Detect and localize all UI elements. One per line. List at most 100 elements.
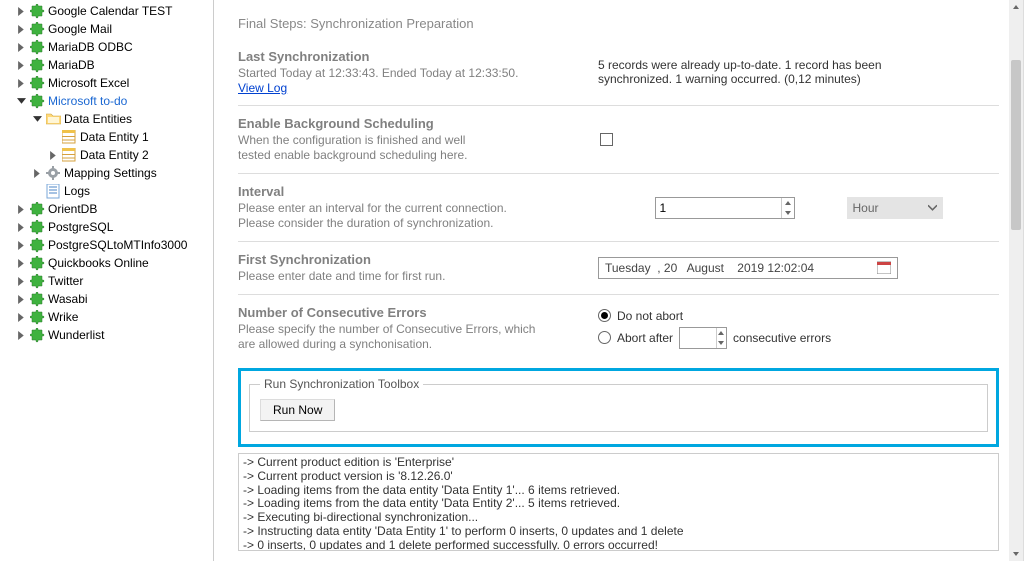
puzzle-icon — [29, 327, 45, 343]
tree-item-wunderlist[interactable]: Wunderlist — [0, 326, 213, 344]
first-sync-desc: Please enter date and time for first run… — [238, 269, 578, 284]
tree-item-postgresqltomtinfo3000[interactable]: PostgreSQLtoMTInfo3000 — [0, 236, 213, 254]
tree-item-label: Logs — [64, 182, 90, 200]
tree-item-postgresql[interactable]: PostgreSQL — [0, 218, 213, 236]
caret-right-icon[interactable] — [16, 78, 27, 89]
first-sync-title: First Synchronization — [238, 252, 578, 267]
tree-item-label: Google Mail — [48, 20, 112, 38]
main-scrollbar[interactable] — [1009, 0, 1023, 561]
puzzle-icon — [29, 291, 45, 307]
tree-item-twitter[interactable]: Twitter — [0, 272, 213, 290]
tree-item-label: Microsoft to-do — [48, 92, 127, 110]
caret-right-icon[interactable] — [16, 294, 27, 305]
abort-after-stepper[interactable] — [679, 327, 727, 349]
caret-right-icon[interactable] — [16, 6, 27, 17]
tree-item-data-entity-2[interactable]: Data Entity 2 — [0, 146, 213, 164]
connections-tree[interactable]: Google Calendar TESTGoogle MailMariaDB O… — [0, 0, 214, 561]
tree-item-mariadb[interactable]: MariaDB — [0, 56, 213, 74]
tree-item-label: Google Calendar TEST — [48, 2, 173, 20]
puzzle-icon — [29, 309, 45, 325]
stepper-down-icon[interactable] — [717, 338, 726, 348]
interval-stepper[interactable] — [655, 197, 795, 219]
tree-item-google-mail[interactable]: Google Mail — [0, 20, 213, 38]
tree-item-data-entities[interactable]: Data Entities — [0, 110, 213, 128]
run-toolbox-legend: Run Synchronization Toolbox — [260, 377, 423, 391]
radio-abort-after[interactable] — [598, 331, 611, 344]
puzzle-icon — [29, 273, 45, 289]
tree-item-wasabi[interactable]: Wasabi — [0, 290, 213, 308]
caret-right-icon[interactable] — [32, 168, 43, 179]
abort-after-input[interactable] — [680, 328, 716, 348]
scroll-up-icon[interactable] — [1009, 0, 1023, 14]
puzzle-icon — [29, 201, 45, 217]
caret-down-icon[interactable] — [32, 114, 43, 125]
sync-log-output[interactable]: -> Current product edition is 'Enterpris… — [238, 453, 999, 551]
scroll-down-icon[interactable] — [1009, 547, 1023, 561]
tree-item-mapping-settings[interactable]: Mapping Settings — [0, 164, 213, 182]
interval-input[interactable] — [656, 198, 781, 218]
tree-item-data-entity-1[interactable]: Data Entity 1 — [0, 128, 213, 146]
interval-desc1: Please enter an interval for the current… — [238, 201, 578, 216]
stepper-up-icon[interactable] — [717, 328, 726, 338]
caret-right-icon[interactable] — [16, 258, 27, 269]
errors-title: Number of Consecutive Errors — [238, 305, 578, 320]
caret-right-icon[interactable] — [16, 312, 27, 323]
puzzle-icon — [29, 39, 45, 55]
calendar-icon[interactable] — [877, 260, 891, 277]
puzzle-icon — [29, 21, 45, 37]
tree-item-label: Twitter — [48, 272, 83, 290]
caret-down-icon[interactable] — [16, 96, 27, 107]
tree-item-label: Data Entity 2 — [80, 146, 149, 164]
tree-item-label: MariaDB — [48, 56, 95, 74]
tree-item-quickbooks-online[interactable]: Quickbooks Online — [0, 254, 213, 272]
caret-right-icon[interactable] — [16, 60, 27, 71]
tree-item-label: Quickbooks Online — [48, 254, 149, 272]
tree-item-logs[interactable]: Logs — [0, 182, 213, 200]
caret-right-icon[interactable] — [16, 240, 27, 251]
stepper-up-icon[interactable] — [782, 198, 794, 208]
bg-sched-desc: When the configuration is finished and w… — [238, 133, 498, 163]
run-now-button[interactable]: Run Now — [260, 399, 335, 421]
caret-right-icon[interactable] — [16, 42, 27, 53]
puzzle-icon — [29, 219, 45, 235]
view-log-link[interactable]: View Log — [238, 81, 287, 95]
table-icon — [61, 147, 77, 163]
bg-sched-checkbox[interactable] — [600, 133, 613, 146]
tree-item-label: Microsoft Excel — [48, 74, 129, 92]
stepper-down-icon[interactable] — [782, 208, 794, 218]
log-line: -> Loading items from the data entity 'D… — [243, 497, 994, 511]
interval-unit-select[interactable]: Hour — [847, 197, 943, 219]
scrollbar-thumb[interactable] — [1011, 60, 1021, 230]
radio-do-not-abort-label: Do not abort — [617, 309, 683, 323]
run-toolbox-fieldset: Run Synchronization Toolbox Run Now — [249, 377, 988, 432]
caret-right-icon[interactable] — [16, 24, 27, 35]
caret-right-icon[interactable] — [48, 150, 59, 161]
abort-after-suffix: consecutive errors — [733, 331, 831, 345]
tree-item-label: MariaDB ODBC — [48, 38, 133, 56]
folder-icon — [45, 111, 61, 127]
section-bg-scheduling: Enable Background Scheduling When the co… — [238, 105, 999, 173]
tree-item-mariadb-odbc[interactable]: MariaDB ODBC — [0, 38, 213, 56]
tree-item-microsoft-to-do[interactable]: Microsoft to-do — [0, 92, 213, 110]
last-sync-status: 5 records were already up-to-date. 1 rec… — [598, 58, 918, 86]
log-line: -> Current product edition is 'Enterpris… — [243, 456, 994, 470]
wizard-step-title: Final Steps: Synchronization Preparation — [238, 16, 999, 31]
caret-right-icon[interactable] — [16, 330, 27, 341]
tree-item-label: Wasabi — [48, 290, 88, 308]
tree-item-label: Data Entities — [64, 110, 132, 128]
first-sync-datetime[interactable]: Tuesday , 20 August 2019 12:02:04 — [598, 257, 898, 279]
tree-item-wrike[interactable]: Wrike — [0, 308, 213, 326]
caret-right-icon[interactable] — [16, 204, 27, 215]
tree-item-label: Wunderlist — [48, 326, 104, 344]
interval-title: Interval — [238, 184, 578, 199]
tree-item-orientdb[interactable]: OrientDB — [0, 200, 213, 218]
tree-item-label: Mapping Settings — [64, 164, 157, 182]
caret-right-icon[interactable] — [16, 276, 27, 287]
run-toolbox-highlight: Run Synchronization Toolbox Run Now — [238, 368, 999, 447]
tree-item-label: OrientDB — [48, 200, 97, 218]
tree-item-google-calendar-test[interactable]: Google Calendar TEST — [0, 2, 213, 20]
caret-right-icon[interactable] — [16, 222, 27, 233]
tree-item-label: PostgreSQLtoMTInfo3000 — [48, 236, 187, 254]
radio-do-not-abort[interactable] — [598, 309, 611, 322]
tree-item-microsoft-excel[interactable]: Microsoft Excel — [0, 74, 213, 92]
